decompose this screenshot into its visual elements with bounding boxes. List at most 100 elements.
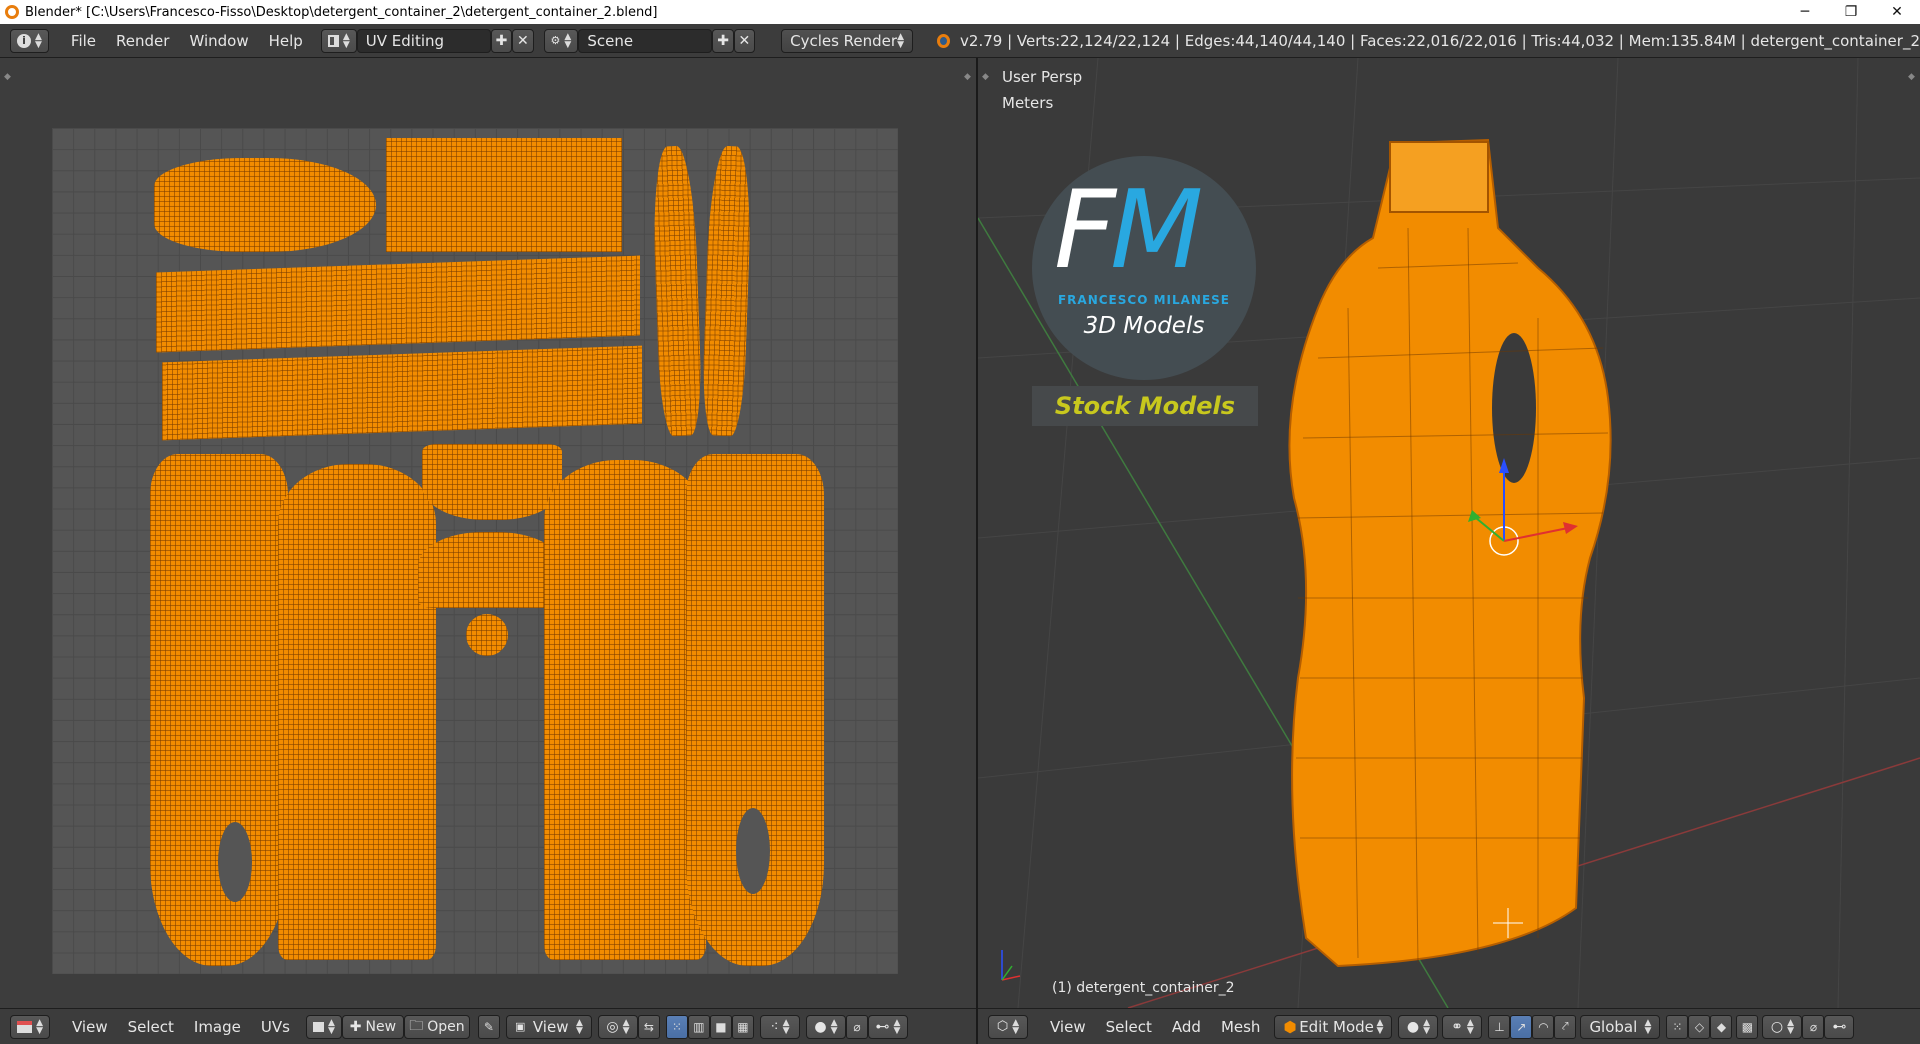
uv-island-shoulder-bottom[interactable] <box>418 532 562 608</box>
scale-manipulator-icon[interactable]: ⤤ <box>1554 1014 1577 1039</box>
menu-render[interactable]: Render <box>106 29 179 53</box>
face-select-icon[interactable]: ■ <box>709 1014 732 1039</box>
uv-island-back[interactable] <box>544 460 706 960</box>
uv-image-editor[interactable]: ◆ ◆ <box>0 58 976 1008</box>
menu-select[interactable]: Select <box>1096 1015 1162 1039</box>
menu-uvs[interactable]: UVs <box>251 1015 300 1039</box>
scene-icon: ⚙ <box>550 34 561 47</box>
editor-type-info-button[interactable]: i ▲ ▼ <box>10 28 49 53</box>
proportional-edit-dropdown[interactable]: ○ ▲ ▼ <box>1762 1014 1803 1039</box>
render-engine-label: Cycles Render <box>790 31 898 50</box>
blender-window: { "title": {"text": "Blender* [C:\\Users… <box>0 0 1920 1044</box>
delete-scene-button[interactable]: ✕ <box>733 28 756 53</box>
uv-island-side-left[interactable] <box>150 454 288 966</box>
add-screen-button[interactable]: ✚ <box>490 28 513 53</box>
edge-select-icon[interactable]: ▥ <box>687 1014 710 1039</box>
scene-browse-button[interactable]: ⚙ ▲ ▼ <box>543 28 579 53</box>
bottle-mesh[interactable] <box>1288 138 1612 968</box>
island-select-icon[interactable]: ▦ <box>731 1014 754 1039</box>
area-corner-icon[interactable]: ◆ <box>964 72 972 82</box>
delete-screen-button[interactable]: ✕ <box>512 28 534 53</box>
updown-icon: ▲ ▼ <box>1376 1017 1384 1036</box>
badge-text: Stock Models <box>1054 392 1236 420</box>
uv-island-handle-strip-2[interactable] <box>700 145 754 437</box>
uv-island-cap-disc[interactable] <box>466 614 508 656</box>
menu-view[interactable]: View <box>1040 1015 1096 1039</box>
pivot-icon: ◎ <box>606 1018 619 1035</box>
open-image-button[interactable]: 🗀 Open <box>403 1014 470 1039</box>
area-corner-icon[interactable]: ◆ <box>4 72 12 82</box>
blender-logo-icon <box>5 5 19 19</box>
menu-help[interactable]: Help <box>259 29 313 53</box>
screen-layout-browse-button[interactable]: ▲ ▼ <box>320 28 357 53</box>
mode-label: Edit Mode <box>1299 1017 1374 1036</box>
uv-island-handle-strip-1[interactable] <box>650 145 704 437</box>
snap-increment-icon: ⊷ <box>875 1018 890 1035</box>
mode-dropdown[interactable]: ⬢ Edit Mode ▲ ▼ <box>1274 1014 1393 1039</box>
pivot-dropdown[interactable]: ◎ ▲ ▼ <box>597 1014 638 1039</box>
rotate-manipulator-icon[interactable]: ◠ <box>1532 1014 1555 1039</box>
updown-icon: ▲ ▼ <box>1012 1017 1020 1036</box>
area-corner-icon[interactable]: ◆ <box>982 72 990 82</box>
vertex-select-icon[interactable]: ⁙ <box>665 1014 688 1039</box>
menu-image[interactable]: Image <box>184 1015 251 1039</box>
manipulator-toggle-icon[interactable]: ⊥ <box>1488 1014 1511 1039</box>
menu-select[interactable]: Select <box>118 1015 184 1039</box>
add-scene-button[interactable]: ✚ <box>712 28 734 53</box>
pivot-dropdown[interactable]: ⚭ ▲ ▼ <box>1442 1014 1483 1039</box>
editor-type-button[interactable]: ⬡ ▲ ▼ <box>988 1014 1028 1039</box>
menu-window[interactable]: Window <box>179 29 258 53</box>
menu-view[interactable]: View <box>62 1015 118 1039</box>
snap-element-dropdown[interactable]: ⊷ <box>1824 1014 1855 1039</box>
face-select-icon[interactable]: ◆ <box>1710 1014 1733 1039</box>
area-corner-icon[interactable]: ◆ <box>1908 72 1916 82</box>
maximize-button[interactable]: ❐ <box>1828 0 1874 24</box>
uv-island-band-2[interactable] <box>162 345 642 441</box>
translate-manipulator-icon[interactable]: ↗ <box>1510 1014 1533 1039</box>
menu-mesh[interactable]: Mesh <box>1211 1015 1271 1039</box>
orientation-label: Global <box>1589 1017 1638 1036</box>
render-engine-dropdown[interactable]: Cycles Render ▲ ▼ <box>781 28 913 53</box>
layout-grid-icon <box>327 34 339 47</box>
snap-element-dropdown[interactable]: ⊷ ▲ ▼ <box>867 1014 908 1039</box>
edge-select-icon[interactable]: ◇ <box>1688 1014 1711 1039</box>
uv-handle-hole-right <box>736 808 770 894</box>
shading-dropdown[interactable]: ● ▲ ▼ <box>1398 1014 1439 1039</box>
menu-add[interactable]: Add <box>1162 1015 1211 1039</box>
proportional-icon: ○ <box>1770 1018 1784 1035</box>
view-mode-dropdown[interactable]: ▣ View ▲ ▼ <box>505 1014 592 1039</box>
snap-icon[interactable]: ⌀ <box>845 1014 868 1039</box>
uv-island-cap-band[interactable] <box>386 138 622 252</box>
snap-icon[interactable]: ⌀ <box>1802 1014 1825 1039</box>
logo-letters: FM <box>1054 176 1203 286</box>
stock-models-badge: Stock Models <box>1032 386 1258 426</box>
proportional-edit-dropdown[interactable]: ● ▲ ▼ <box>805 1014 846 1039</box>
orientation-dropdown[interactable]: Global ▲ ▼ <box>1580 1014 1661 1039</box>
close-button[interactable]: ✕ <box>1874 0 1920 24</box>
snap-increment-icon: ⊷ <box>1832 1018 1847 1035</box>
edit-mode-icon: ⬢ <box>1283 1017 1297 1036</box>
occlude-geometry-icon[interactable]: ▩ <box>1736 1014 1759 1039</box>
menu-file[interactable]: File <box>61 29 106 53</box>
image-icon <box>312 1021 325 1032</box>
plus-icon: ✚ <box>717 32 729 49</box>
pin-icon[interactable]: ✎ <box>477 1014 500 1039</box>
uv-island-top-cylinder[interactable] <box>154 158 376 252</box>
uv-island-shoulder-top[interactable] <box>422 444 562 520</box>
uv-island-front[interactable] <box>278 464 436 960</box>
vertex-select-icon[interactable]: ⁙ <box>1666 1014 1689 1039</box>
new-image-button[interactable]: ✚ New <box>341 1014 404 1039</box>
uv-island-band-1[interactable] <box>156 255 640 353</box>
logo-name: FRANCESCO MILANESE <box>1057 293 1231 307</box>
sync-selection-icon[interactable]: ⇆ <box>637 1014 660 1039</box>
sticky-mode-dropdown[interactable]: ⁖ ▲ ▼ <box>759 1014 800 1039</box>
scene-statistics: v2.79 | Verts:22,124/22,124 | Edges:44,1… <box>960 31 1920 50</box>
uv-grid[interactable] <box>52 128 898 974</box>
scene-field[interactable]: Scene <box>578 28 713 53</box>
screen-layout-field[interactable]: UV Editing <box>356 28 491 53</box>
image-browse-button[interactable]: ▲ ▼ <box>305 1014 342 1039</box>
editor-type-button[interactable]: ▲ ▼ <box>10 1014 50 1039</box>
open-label: Open <box>427 1018 465 1035</box>
3d-viewport[interactable]: ◆ ◆ User Persp Meters (1) detergent_cont… <box>978 58 1920 1008</box>
minimize-button[interactable]: ─ <box>1782 0 1828 24</box>
